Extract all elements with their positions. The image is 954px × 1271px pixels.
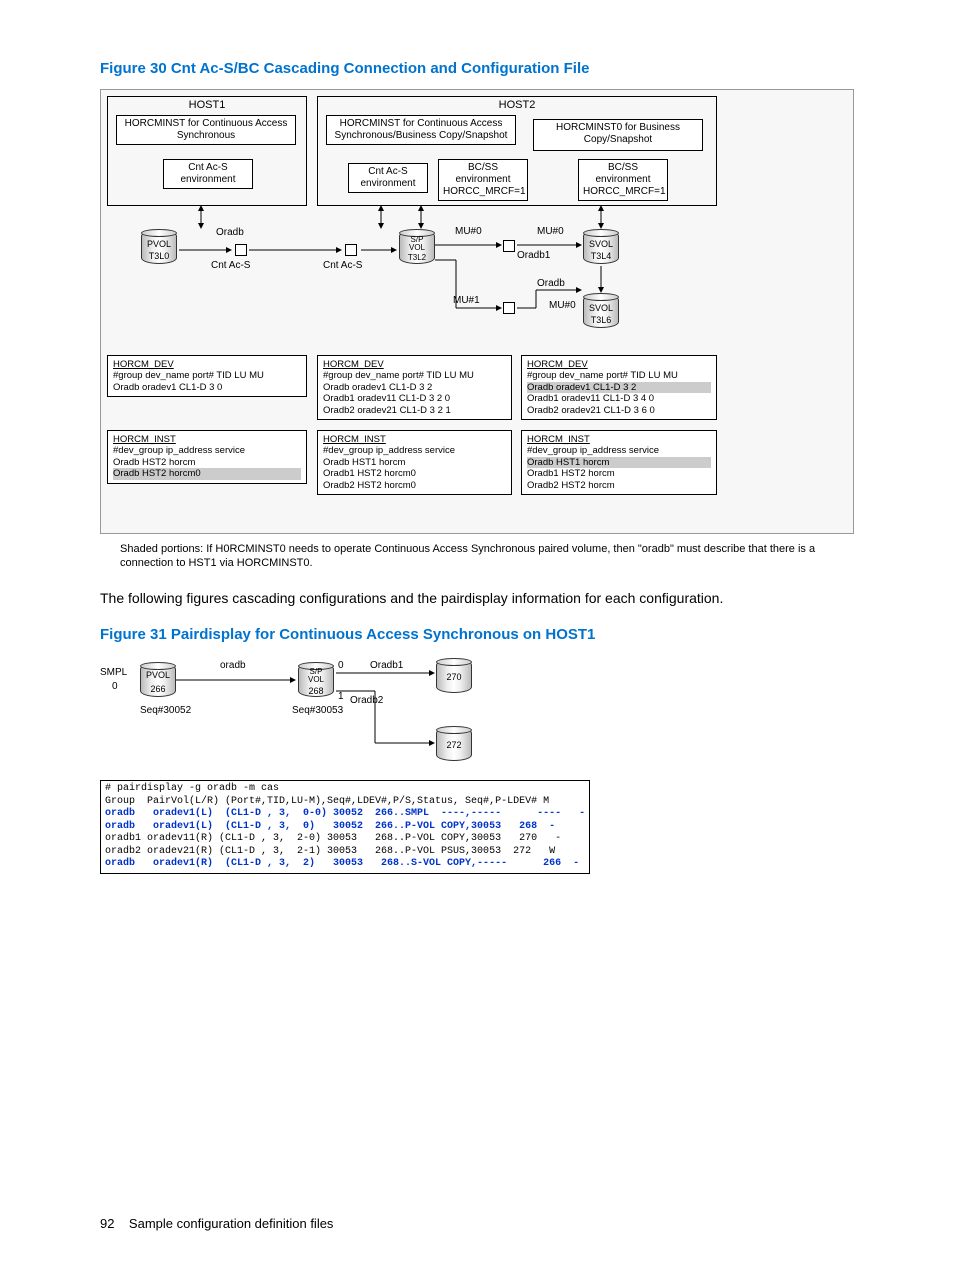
figure30-title: Figure 30 Cnt Ac-S/BC Cascading Connecti… xyxy=(100,60,854,77)
oradb2-31: Oradb2 xyxy=(350,695,383,706)
env3: BC/SS environment HORCC_MRCF=1 xyxy=(438,159,528,201)
page-number: 92 xyxy=(100,1216,114,1231)
inst-box2: HORCM_INST #dev_group ip_address service… xyxy=(317,430,512,495)
page-footer: 92 Sample configuration definition files xyxy=(100,1216,333,1231)
smallbox1 xyxy=(235,244,247,256)
env1: Cnt Ac-S environment xyxy=(163,159,253,189)
env2: Cnt Ac-S environment xyxy=(348,163,428,193)
oradb-label1: Oradb xyxy=(216,227,244,238)
seq2-label: Seq#30053 xyxy=(292,705,343,716)
figure31-diagram: SMPL 0 PVOL 266 Seq#30052 oradb S/PVOL 2… xyxy=(100,655,854,905)
cyl272: 272 xyxy=(436,727,472,761)
smpl-label: SMPL xyxy=(100,667,127,678)
svol1-cylinder: SVOL T3L4 xyxy=(583,230,619,264)
oradb1-31: Oradb1 xyxy=(370,660,403,671)
body-paragraph: The following figures cascading configur… xyxy=(100,589,854,609)
spvol-cyl31: S/PVOL 268 xyxy=(298,663,334,697)
inst-box3: HORCM_INST #dev_group ip_address service… xyxy=(521,430,717,495)
cntacs-label1: Cnt Ac-S xyxy=(211,260,250,271)
pvol-cyl31: PVOL 266 xyxy=(140,663,176,697)
section-title: Sample configuration definition files xyxy=(129,1216,334,1231)
dev-box1: HORCM_DEV #group dev_name port# TID LU M… xyxy=(107,355,307,397)
figure30-caption: Shaded portions: If H0RCMINST0 needs to … xyxy=(100,542,854,571)
oradb-label31: oradb xyxy=(220,660,246,671)
mu0-label3: MU#0 xyxy=(549,300,576,311)
inst-box1: HORCM_INST #dev_group ip_address service… xyxy=(107,430,307,484)
zero-label: 0 xyxy=(112,681,118,692)
svol2-cylinder: SVOL T3L6 xyxy=(583,294,619,328)
host2-label: HOST2 xyxy=(318,99,716,111)
oradb1-label: Oradb1 xyxy=(517,250,550,261)
zero31: 0 xyxy=(338,660,344,671)
cntacs-label2: Cnt Ac-S xyxy=(323,260,362,271)
seq1-label: Seq#30052 xyxy=(140,705,191,716)
dev-box2: HORCM_DEV #group dev_name port# TID LU M… xyxy=(317,355,512,420)
env4: BC/SS environment HORCC_MRCF=1 xyxy=(578,159,668,201)
mu0-label: MU#0 xyxy=(455,226,482,237)
horcminst2: HORCMINST for Continuous Access Synchron… xyxy=(326,115,516,145)
mu0-label2: MU#0 xyxy=(537,226,564,237)
cyl270: 270 xyxy=(436,659,472,693)
horcminst3: HORCMINST0 for Business Copy/Snapshot xyxy=(533,119,703,151)
smallbox3 xyxy=(503,240,515,252)
dev-box3: HORCM_DEV #group dev_name port# TID LU M… xyxy=(521,355,717,420)
smallbox4 xyxy=(503,302,515,314)
spvol-cylinder: S/PVOL T3L2 xyxy=(399,230,435,264)
pvol-cylinder: PVOL T3L0 xyxy=(141,230,177,264)
mu1-label: MU#1 xyxy=(453,295,480,306)
figure31-title: Figure 31 Pairdisplay for Continuous Acc… xyxy=(100,626,854,643)
horcminst1: HORCMINST for Continuous Access Synchron… xyxy=(116,115,296,145)
oradb-label3: Oradb xyxy=(537,278,565,289)
one31: 1 xyxy=(338,691,344,702)
host1-label: HOST1 xyxy=(108,99,306,111)
pairdisplay-output: # pairdisplay -g oradb -m cas Group Pair… xyxy=(100,780,590,874)
smallbox2 xyxy=(345,244,357,256)
figure30-diagram: HOST1 HORCMINST for Continuous Access Sy… xyxy=(100,89,854,534)
